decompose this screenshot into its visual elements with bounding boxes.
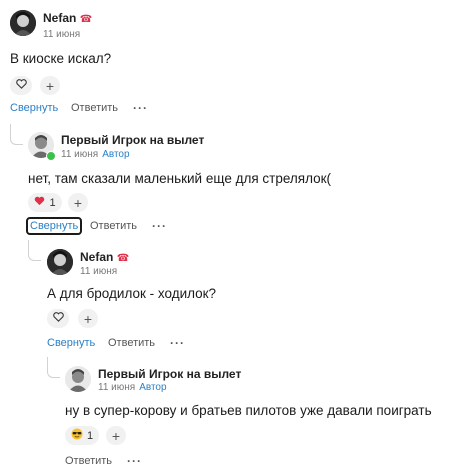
comment-author[interactable]: Первый Игрок на вылет <box>61 133 204 147</box>
comment-text: В киоске искал? <box>10 51 112 66</box>
comment-author[interactable]: Первый Игрок на вылет <box>98 367 241 381</box>
like-button[interactable] <box>47 309 69 328</box>
author-tag: Автор <box>102 149 130 160</box>
more-options-button[interactable]: ··· <box>152 219 167 233</box>
red-heart-icon <box>34 196 45 209</box>
comment-text: А для бродилок - ходилок? <box>47 286 217 301</box>
more-options-button[interactable]: ··· <box>133 101 148 115</box>
heart-outline-icon <box>15 79 27 92</box>
add-reaction-button[interactable]: + <box>68 193 88 212</box>
phone-emoji-icon: ☎ <box>79 14 93 25</box>
add-reaction-button[interactable]: + <box>40 76 60 95</box>
comment-date[interactable]: 11 июня <box>80 266 117 277</box>
like-button[interactable]: 1 <box>65 426 99 445</box>
collapse-button[interactable]: Свернуть <box>25 217 83 235</box>
reply-button[interactable]: Ответить <box>65 455 112 467</box>
comment-text: ну в супер-корову и братьев пилотов уже … <box>65 403 432 418</box>
reply-button[interactable]: Ответить <box>108 337 155 349</box>
collapse-button[interactable]: Свернуть <box>10 102 58 114</box>
heart-outline-icon <box>52 312 64 325</box>
like-button[interactable]: 1 <box>28 193 62 212</box>
like-button[interactable] <box>10 76 32 95</box>
add-reaction-button[interactable]: + <box>106 426 126 445</box>
thread-connector <box>47 357 60 378</box>
comment-date[interactable]: 11 июня <box>61 149 98 160</box>
comment-author[interactable]: Nefan <box>43 11 76 25</box>
thread-connector <box>28 240 41 261</box>
sunglasses-emoji-icon <box>71 428 83 443</box>
reaction-count: 1 <box>86 429 94 442</box>
comment-text: нет, там сказали маленький еще для стрел… <box>28 171 332 186</box>
reply-button[interactable]: Ответить <box>71 102 118 114</box>
collapse-button[interactable]: Свернуть <box>47 337 95 349</box>
reply-button[interactable]: Ответить <box>90 220 137 232</box>
phone-emoji-icon: ☎ <box>116 253 130 264</box>
comment-author[interactable]: Nefan <box>80 250 113 264</box>
more-options-button[interactable]: ··· <box>170 336 185 350</box>
comment-date[interactable]: 11 июня <box>43 29 80 40</box>
online-status-icon <box>46 151 56 161</box>
reaction-count: 1 <box>49 196 56 209</box>
add-reaction-button[interactable]: + <box>78 309 98 328</box>
comment-date[interactable]: 11 июня <box>98 382 135 393</box>
avatar[interactable] <box>65 366 91 392</box>
more-options-button[interactable]: ··· <box>127 454 142 468</box>
thread-connector <box>10 124 23 145</box>
avatar[interactable] <box>47 249 73 275</box>
avatar[interactable] <box>10 10 36 36</box>
author-tag: Автор <box>139 382 167 393</box>
